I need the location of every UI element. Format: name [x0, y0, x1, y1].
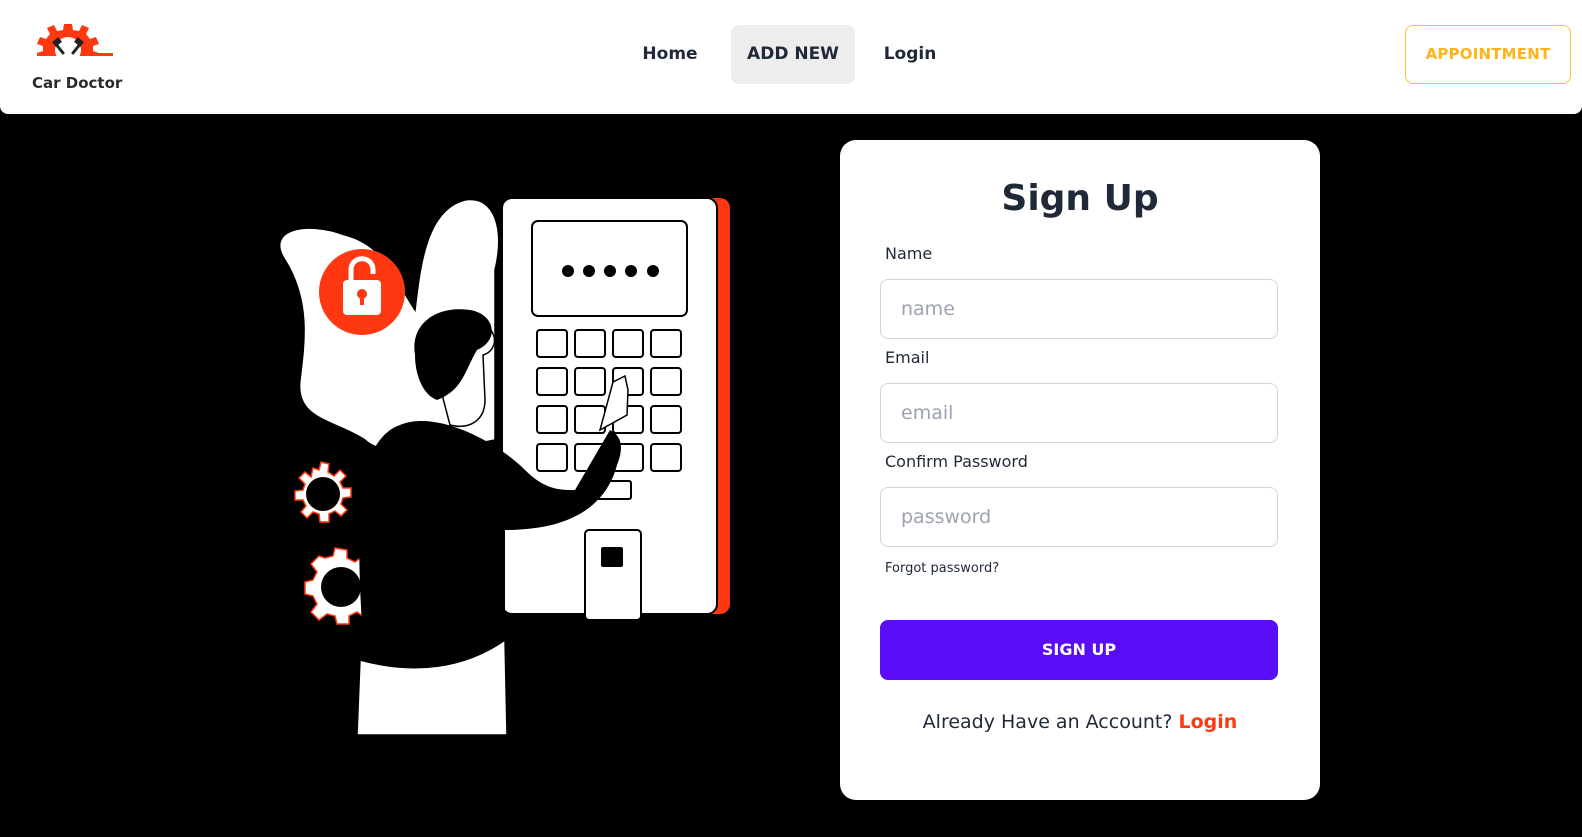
- nav-login-link[interactable]: Login: [870, 25, 950, 84]
- email-input[interactable]: [880, 383, 1278, 443]
- email-label: Email: [885, 348, 930, 367]
- confirm-password-label: Confirm Password: [885, 452, 1028, 471]
- account-prompt-line: Already Have an Account? Login: [840, 711, 1320, 733]
- signup-card: Sign Up Name Email Confirm Password Forg…: [840, 140, 1320, 800]
- account-prompt-text: Already Have an Account?: [922, 711, 1173, 733]
- nav-add-new-link[interactable]: ADD NEW: [731, 25, 855, 84]
- gear-pistons-icon: [37, 24, 113, 62]
- brand-name: Car Doctor: [32, 74, 123, 92]
- appointment-button[interactable]: APPOINTMENT: [1405, 25, 1571, 84]
- signup-button[interactable]: SIGN UP: [880, 620, 1278, 680]
- name-label: Name: [885, 244, 933, 263]
- signup-title: Sign Up: [1001, 178, 1159, 219]
- brand-logo[interactable]: Car Doctor: [30, 22, 123, 94]
- person-unlocking-keypad-illustration: [278, 197, 730, 736]
- nav-home-link[interactable]: Home: [628, 25, 712, 84]
- password-input[interactable]: [880, 487, 1278, 547]
- login-illustration: [255, 190, 745, 754]
- login-link[interactable]: Login: [1179, 711, 1238, 733]
- name-input[interactable]: [880, 279, 1278, 339]
- navbar: Car Doctor Home ADD NEW Login APPOINTMEN…: [0, 0, 1582, 114]
- forgot-password-link[interactable]: Forgot password?: [885, 561, 999, 576]
